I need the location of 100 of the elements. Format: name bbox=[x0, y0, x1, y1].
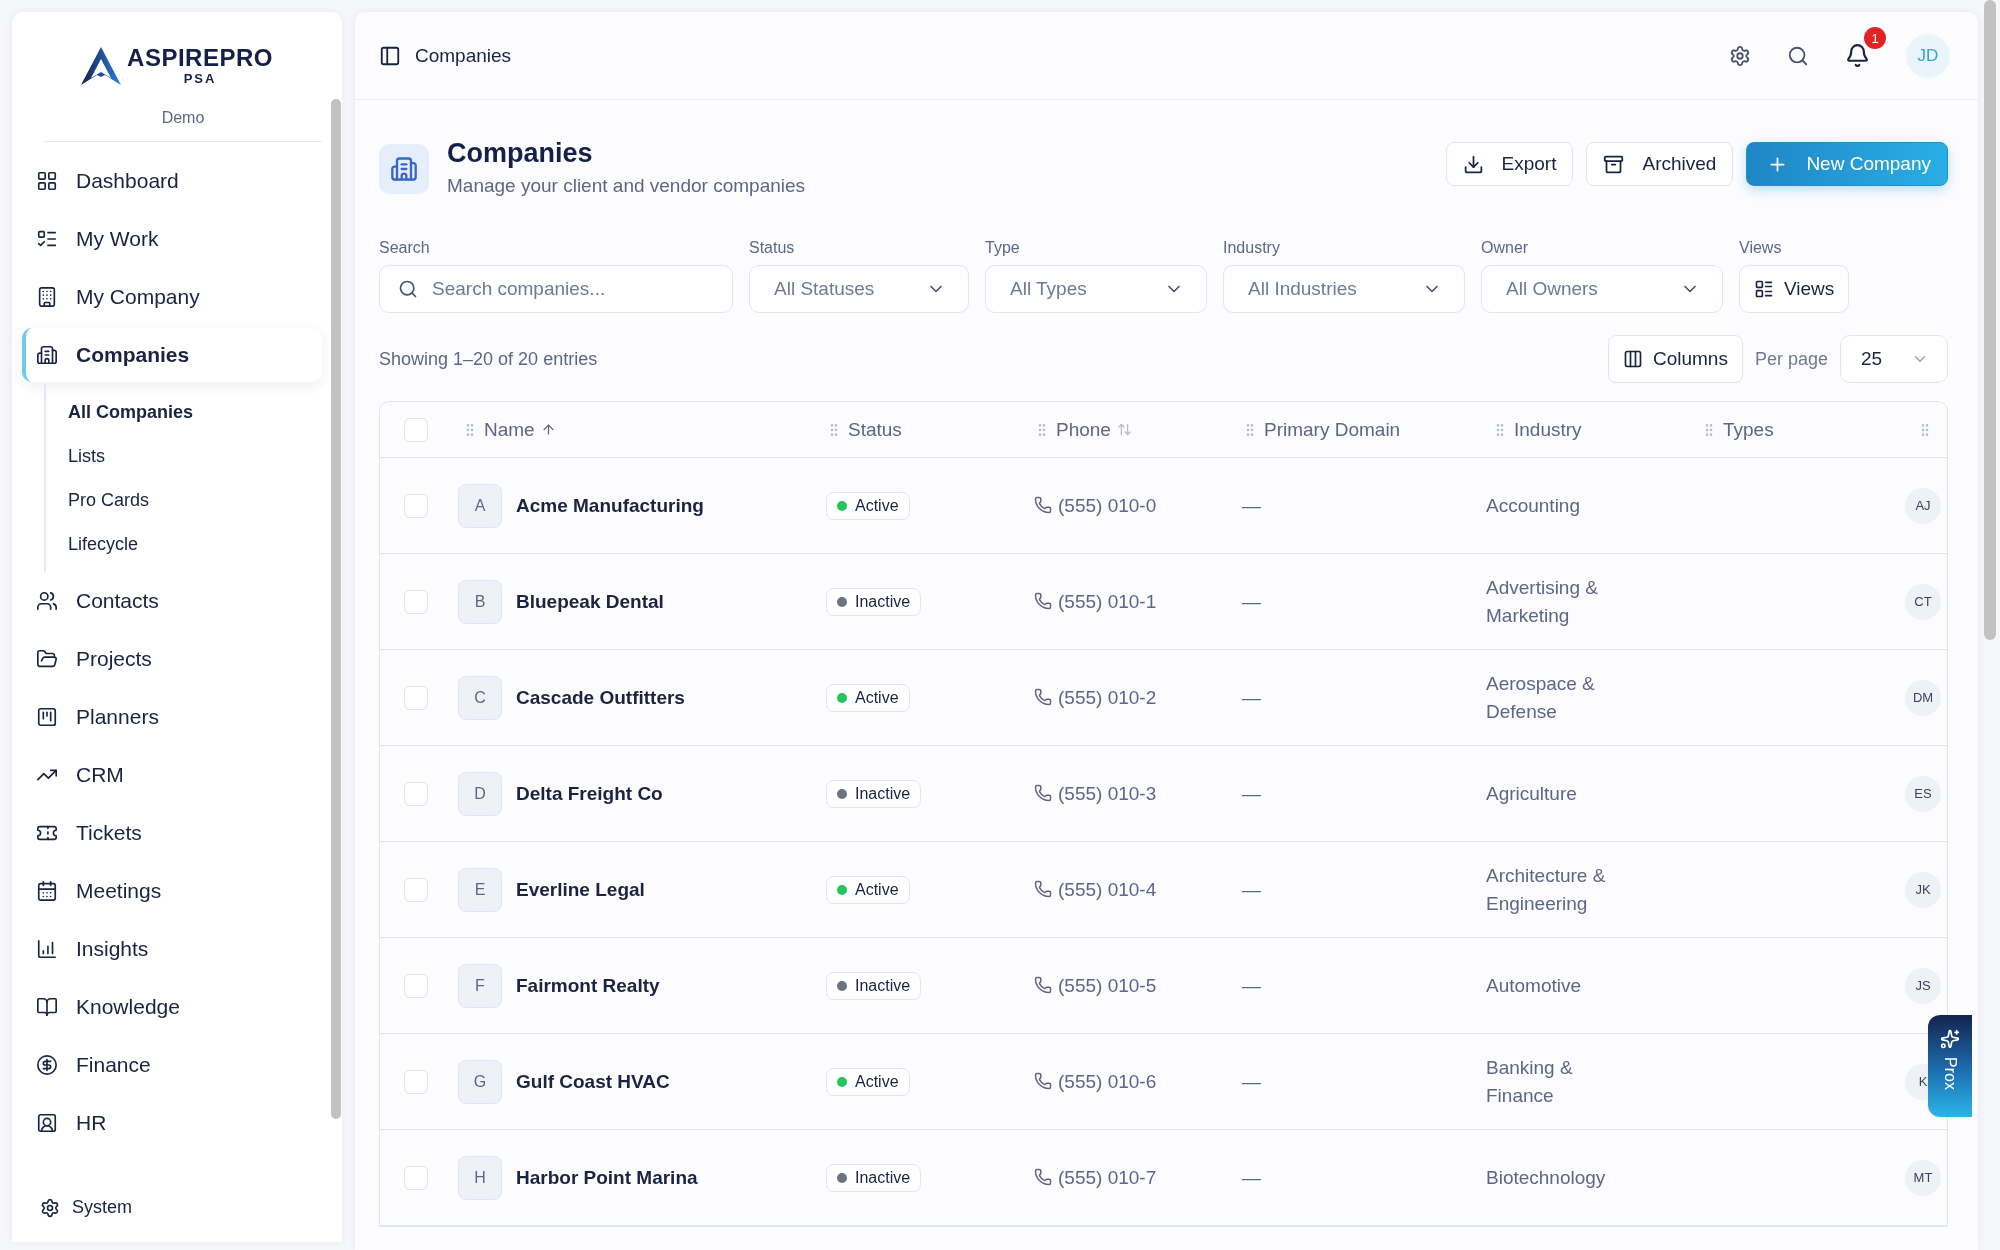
sidebar-subitem[interactable]: Pro Cards bbox=[68, 478, 322, 522]
sidebar-item[interactable]: Companies bbox=[22, 328, 322, 382]
checkbox[interactable] bbox=[404, 1069, 428, 1094]
checkbox[interactable] bbox=[404, 877, 428, 902]
per-page-label: Per page bbox=[1754, 348, 1828, 370]
assistant-tab[interactable]: Prox bbox=[1928, 1015, 1972, 1117]
company-name[interactable]: Fairmont Realty bbox=[516, 974, 660, 997]
columns-icon bbox=[1622, 349, 1643, 369]
sidebar-item[interactable]: HR bbox=[22, 1096, 322, 1150]
filter-dropdown[interactable]: All Statuses bbox=[749, 265, 969, 313]
owner-avatar: AJ bbox=[1905, 487, 1941, 524]
company-name[interactable]: Everline Legal bbox=[516, 878, 645, 901]
table-cell-text: — bbox=[1241, 782, 1261, 804]
filter-dropdown[interactable]: All Industries bbox=[1223, 265, 1465, 313]
column-header[interactable]: Name bbox=[484, 418, 535, 441]
column-header[interactable]: Phone bbox=[1056, 418, 1111, 441]
list-icon bbox=[1754, 279, 1774, 299]
checkbox[interactable] bbox=[404, 781, 428, 806]
system-link[interactable]: System bbox=[12, 1179, 342, 1242]
sidebar-item[interactable]: Contacts bbox=[22, 574, 322, 628]
owner-avatar: DM bbox=[1905, 679, 1941, 716]
table-cell-text: Automotive bbox=[1485, 973, 1583, 998]
scrollbar-thumb[interactable] bbox=[331, 99, 341, 1119]
sidebar-item[interactable]: CRM bbox=[22, 748, 322, 802]
views-button[interactable]: Views bbox=[1739, 265, 1850, 313]
column-header[interactable]: Status bbox=[848, 418, 902, 441]
page-title: Companies bbox=[447, 138, 594, 169]
checkbox[interactable] bbox=[404, 685, 428, 710]
sidebar-item[interactable]: Insights bbox=[22, 922, 322, 976]
table-cell-text: — bbox=[1241, 494, 1261, 516]
search-icon[interactable] bbox=[1787, 44, 1809, 67]
sidebar-item[interactable]: Meetings bbox=[22, 864, 322, 918]
sidebar-subitem[interactable]: Lists bbox=[68, 434, 322, 478]
sidebar-item[interactable]: Dashboard bbox=[22, 154, 322, 208]
calendar-icon bbox=[36, 880, 58, 902]
column-header[interactable]: Primary Domain bbox=[1264, 418, 1401, 441]
company-name[interactable]: Harbor Point Marina bbox=[516, 1166, 698, 1189]
company-initial: B bbox=[458, 579, 502, 624]
status-badge: Inactive bbox=[826, 971, 922, 1000]
company-initial: A bbox=[458, 483, 502, 528]
per-page-dropdown[interactable]: 25 bbox=[1840, 335, 1948, 383]
sparkle-icon bbox=[1940, 1029, 1960, 1049]
export-button[interactable]: Export bbox=[1445, 142, 1574, 186]
company-name[interactable]: Acme Manufacturing bbox=[516, 494, 704, 517]
table-cell-text: — bbox=[1241, 590, 1261, 612]
people-icon bbox=[36, 590, 58, 612]
column-header[interactable]: Industry bbox=[1514, 418, 1582, 441]
company-name[interactable]: Cascade Outfitters bbox=[516, 686, 685, 709]
office-building-icon bbox=[390, 155, 418, 183]
company-name[interactable]: Bluepeak Dental bbox=[516, 590, 664, 613]
checkbox[interactable] bbox=[404, 417, 428, 442]
company-name[interactable]: Gulf Coast HVAC bbox=[516, 1070, 670, 1093]
status-badge: Active bbox=[826, 1067, 910, 1096]
columns-button[interactable]: Columns bbox=[1607, 335, 1743, 383]
table-cell-text: Accounting bbox=[1485, 493, 1581, 518]
sidebar-item[interactable]: My Work bbox=[22, 212, 322, 266]
search-field[interactable]: Search companies... bbox=[379, 265, 733, 313]
sidebar-item[interactable]: Projects bbox=[22, 632, 322, 686]
sidebar-item[interactable]: Planners bbox=[22, 690, 322, 744]
phone-icon bbox=[1034, 1072, 1052, 1091]
sidebar-subitem[interactable]: Lifecycle bbox=[68, 522, 322, 566]
checkbox[interactable] bbox=[404, 589, 428, 614]
status-badge: Inactive bbox=[826, 587, 922, 616]
workspace-label: Demo bbox=[44, 99, 322, 142]
scrollbar-thumb[interactable] bbox=[1984, 0, 1996, 640]
notification-badge: 1 bbox=[1864, 27, 1886, 49]
company-initial: D bbox=[458, 771, 502, 816]
checkbox[interactable] bbox=[404, 973, 428, 998]
sidebar-item[interactable]: Finance bbox=[22, 1038, 322, 1092]
sidebar-item[interactable]: Tickets bbox=[22, 806, 322, 860]
filter-label: Views bbox=[1739, 239, 1783, 257]
filter-label: Search bbox=[379, 239, 431, 257]
bell-icon[interactable] bbox=[1845, 43, 1870, 68]
column-header[interactable]: Types bbox=[1723, 418, 1774, 441]
entries-summary: Showing 1–20 of 20 entries bbox=[379, 348, 599, 370]
owner-avatar: JS bbox=[1905, 967, 1941, 1004]
phone-number: (555) 010-3 bbox=[1058, 781, 1157, 806]
sort-icon[interactable] bbox=[1116, 422, 1132, 437]
checkbox[interactable] bbox=[404, 493, 428, 518]
sidebar-toggle-icon[interactable] bbox=[379, 44, 401, 67]
logo-icon bbox=[81, 46, 122, 85]
brand-name: ASPIREPRO bbox=[127, 46, 273, 70]
archived-button[interactable]: Archived bbox=[1586, 142, 1734, 186]
gear-icon bbox=[40, 1197, 60, 1218]
sidebar-item[interactable]: My Company bbox=[22, 270, 322, 324]
status-badge: Active bbox=[826, 683, 910, 712]
book-icon bbox=[36, 996, 58, 1018]
filter-dropdown[interactable]: All Types bbox=[985, 265, 1207, 313]
archive-icon bbox=[1603, 153, 1625, 175]
checkbox[interactable] bbox=[404, 1165, 428, 1190]
sidebar-subitem[interactable]: All Companies bbox=[68, 390, 322, 434]
brand-subtitle: PSA bbox=[183, 72, 217, 85]
owner-avatar: MT bbox=[1905, 1159, 1941, 1196]
company-name[interactable]: Delta Freight Co bbox=[516, 782, 663, 805]
filter-dropdown[interactable]: All Owners bbox=[1481, 265, 1723, 313]
search-input[interactable]: Search companies... bbox=[430, 277, 714, 301]
search-icon bbox=[398, 279, 418, 299]
table-cell-text: — bbox=[1241, 974, 1261, 996]
settings-icon[interactable] bbox=[1729, 44, 1751, 67]
sidebar-item[interactable]: Knowledge bbox=[22, 980, 322, 1034]
